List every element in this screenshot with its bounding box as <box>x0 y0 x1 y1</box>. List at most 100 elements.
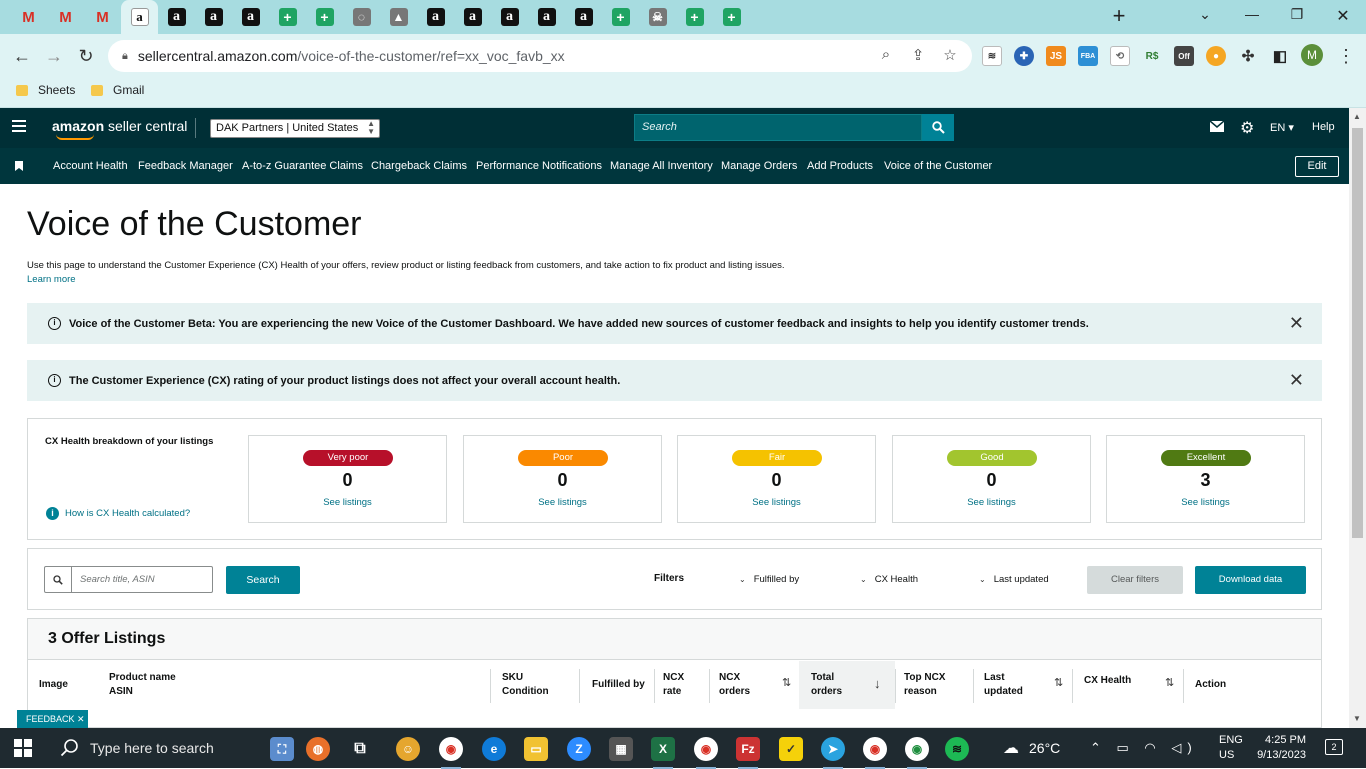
column-header-cx-health[interactable]: CX Health <box>1084 674 1131 688</box>
browser-tab[interactable]: M <box>47 0 84 34</box>
chrome-icon[interactable]: ◉ <box>863 737 887 769</box>
app-icon[interactable]: ☺ <box>396 737 420 761</box>
telegram-icon[interactable]: ➤ <box>821 737 845 769</box>
puzzle-icon[interactable]: ✣ <box>1238 46 1258 66</box>
bookmark-pin-icon[interactable] <box>15 161 23 171</box>
see-listings-link[interactable]: See listings <box>249 497 446 508</box>
header-search-button[interactable] <box>922 114 954 141</box>
jungle-scout-icon[interactable]: JS <box>1046 46 1066 66</box>
bookmark-star-icon[interactable]: ☆ <box>940 46 960 66</box>
browser-tab[interactable]: ☠ <box>639 0 676 34</box>
browser-tab[interactable]: + <box>713 0 750 34</box>
off-extension-icon[interactable]: Off <box>1174 46 1194 66</box>
learn-more-link[interactable]: Learn more <box>27 274 76 285</box>
seller-central-logo[interactable]: amazon seller central <box>52 118 187 140</box>
page-scrollbar[interactable]: ▲ ▼ <box>1349 108 1366 728</box>
taskbar-search-box[interactable]: Type here to search <box>48 728 262 768</box>
feedback-tab[interactable]: FEEDBACK ✕ <box>17 710 88 728</box>
nav-chargeback-claims[interactable]: Chargeback Claims <box>371 160 467 172</box>
column-header-total-orders[interactable]: Total orders <box>811 671 842 699</box>
excel-icon[interactable]: X <box>651 737 675 769</box>
basketball-icon[interactable]: ◍ <box>306 737 330 761</box>
bookmark-gmail[interactable]: Gmail <box>91 83 144 97</box>
download-data-button[interactable]: Download data <box>1195 566 1306 594</box>
weather-widget[interactable]: ☁ 26°C <box>1003 738 1060 758</box>
browser-tab[interactable]: a <box>417 0 454 34</box>
sort-updown-icon[interactable]: ⇅ <box>1054 676 1063 689</box>
mail-icon[interactable] <box>1209 120 1225 135</box>
side-panel-icon[interactable]: ◧ <box>1270 46 1290 66</box>
language-selector[interactable]: EN ▾ <box>1270 121 1294 134</box>
address-bar[interactable]: 🔒︎ sellercentral.amazon.com/voice-of-the… <box>108 40 972 72</box>
sticky-notes-icon[interactable]: ✓ <box>779 737 803 761</box>
extension-icon[interactable]: ⟲ <box>1110 46 1130 66</box>
zoom-icon[interactable]: ⌕ <box>876 46 896 66</box>
browser-tab[interactable]: + <box>676 0 713 34</box>
extension-icon[interactable]: ● <box>1206 46 1226 66</box>
close-icon[interactable]: ✕ <box>1289 370 1304 391</box>
extension-icon[interactable]: ≋ <box>982 46 1002 66</box>
extension-icon[interactable]: R$ <box>1142 46 1162 66</box>
hamburger-menu-icon[interactable] <box>12 120 26 134</box>
browser-tab[interactable]: a <box>565 0 602 34</box>
chrome-icon[interactable]: ◉ <box>694 737 718 769</box>
nav-voice-of-customer[interactable]: Voice of the Customer <box>884 160 992 172</box>
browser-tab[interactable]: a <box>528 0 565 34</box>
share-icon[interactable]: ⇪ <box>908 46 928 66</box>
settings-gear-icon[interactable]: ⚙ <box>1240 118 1254 138</box>
see-listings-link[interactable]: See listings <box>1107 497 1304 508</box>
system-tray[interactable]: ⌃ ▭ ◠ ◁) <box>1090 740 1198 756</box>
browser-tab[interactable]: + <box>269 0 306 34</box>
spotify-icon[interactable]: ≋ <box>945 737 969 761</box>
calculator-icon[interactable]: ▦ <box>609 737 633 761</box>
see-listings-link[interactable]: See listings <box>893 497 1090 508</box>
close-icon[interactable]: ✕ <box>1289 313 1304 334</box>
header-search-input[interactable]: Search <box>634 114 922 141</box>
browser-tab[interactable]: M <box>84 0 121 34</box>
nav-manage-orders[interactable]: Manage Orders <box>721 160 797 172</box>
browser-tab[interactable]: a <box>232 0 269 34</box>
back-button[interactable]: ← <box>8 42 36 70</box>
taskbar-clock[interactable]: 4:25 PM 9/13/2023 <box>1254 733 1306 763</box>
nav-atoz-claims[interactable]: A-to-z Guarantee Claims <box>242 160 363 172</box>
column-header-last-updated[interactable]: Last updated <box>984 671 1023 699</box>
sort-updown-icon[interactable]: ⇅ <box>782 676 791 689</box>
browser-tab[interactable]: a <box>454 0 491 34</box>
search-button[interactable]: Search <box>226 566 300 594</box>
tab-search-chevron-icon[interactable]: ⌄ <box>1193 6 1217 26</box>
fba-icon[interactable]: FBA <box>1078 46 1098 66</box>
fulfilled-by-dropdown[interactable]: ⌄ Fulfilled by <box>739 574 799 585</box>
help-link[interactable]: Help <box>1312 121 1335 133</box>
chrome-icon[interactable]: ◉ <box>439 737 463 769</box>
file-explorer-icon[interactable]: ▭ <box>524 737 548 761</box>
chrome-icon[interactable]: ◉ <box>905 737 929 769</box>
last-updated-dropdown[interactable]: ⌄ Last updated <box>979 574 1049 585</box>
nav-add-products[interactable]: Add Products <box>807 160 873 172</box>
task-view-icon[interactable]: ⧉ <box>348 737 372 761</box>
browser-tab[interactable]: ◌ <box>343 0 380 34</box>
zoom-app-icon[interactable]: Z <box>567 737 591 761</box>
browser-tab[interactable]: a <box>121 0 158 34</box>
close-window-button[interactable]: ✕ <box>1331 6 1355 26</box>
see-listings-link[interactable]: See listings <box>678 497 875 508</box>
restore-button[interactable]: ❐ <box>1285 6 1309 26</box>
scroll-thumb[interactable] <box>1352 128 1363 538</box>
nav-edit-button[interactable]: Edit <box>1295 156 1339 177</box>
clear-filters-button[interactable]: Clear filters <box>1087 566 1183 594</box>
scroll-up-icon[interactable]: ▲ <box>1353 112 1361 121</box>
browser-tab[interactable]: + <box>602 0 639 34</box>
browser-tab[interactable]: a <box>195 0 232 34</box>
bookmark-sheets[interactable]: Sheets <box>16 83 75 97</box>
minimize-button[interactable]: — <box>1240 6 1264 26</box>
widgets-icon[interactable]: ⛶ <box>270 737 294 761</box>
close-icon[interactable]: ✕ <box>77 714 85 724</box>
extension-icon[interactable]: ✚ <box>1014 46 1034 66</box>
reload-button[interactable]: ↻ <box>72 42 100 70</box>
input-language[interactable]: ENG US <box>1219 733 1243 763</box>
notification-center-icon[interactable]: 2 <box>1325 739 1343 755</box>
windows-start-icon[interactable] <box>14 739 32 757</box>
browser-tab[interactable]: M <box>10 0 47 34</box>
nav-feedback-manager[interactable]: Feedback Manager <box>138 160 233 172</box>
browser-tab[interactable]: ▲ <box>380 0 417 34</box>
forward-button[interactable]: → <box>40 42 68 70</box>
